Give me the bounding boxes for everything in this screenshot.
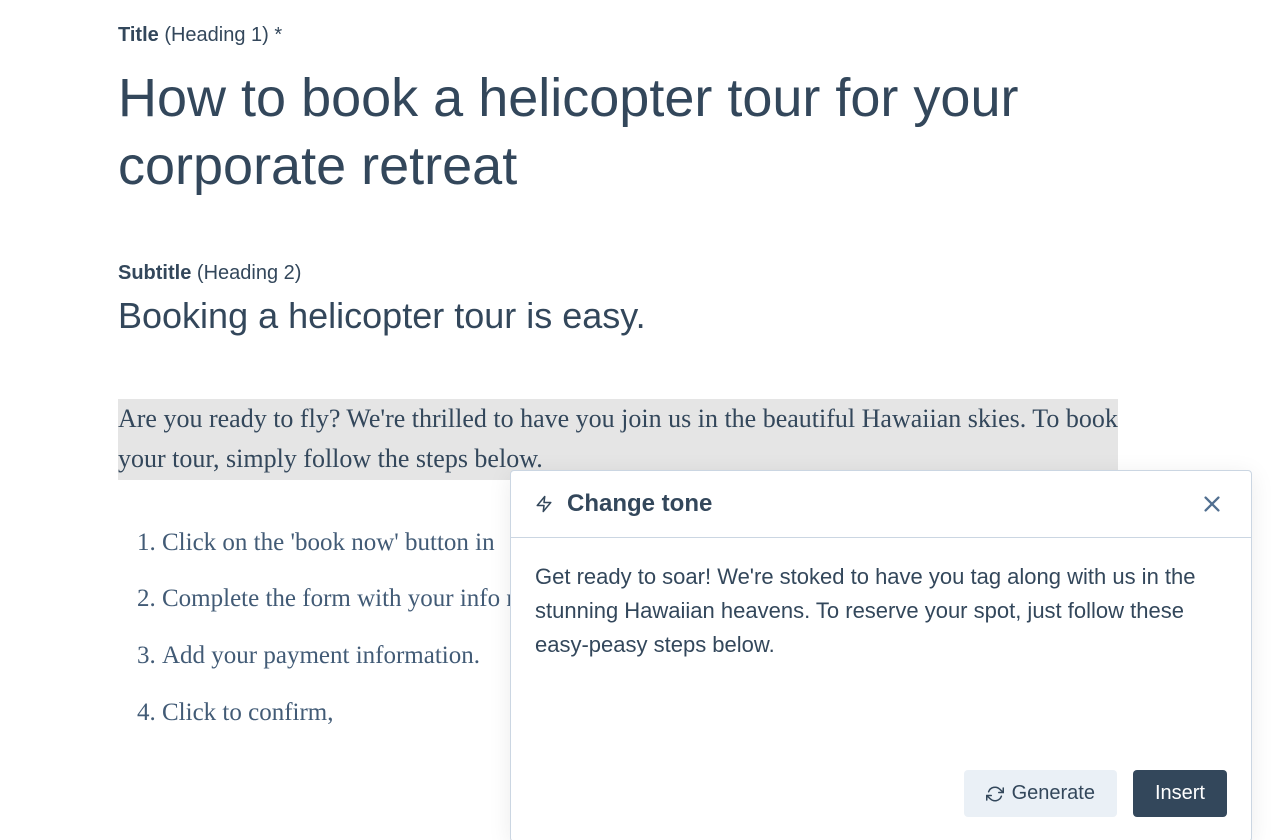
- title-label-text: Title: [118, 24, 159, 46]
- refresh-icon: [986, 785, 1004, 803]
- insert-button[interactable]: Insert: [1133, 770, 1227, 817]
- change-tone-panel: Change tone Get ready to soar! We're sto…: [510, 470, 1252, 840]
- subtitle-label-text: Subtitle: [118, 262, 191, 284]
- title-input[interactable]: How to book a helicopter tour for your c…: [118, 65, 1228, 200]
- subtitle-input[interactable]: Booking a helicopter tour is easy.: [118, 295, 1228, 337]
- title-label-paren: (Heading 1): [164, 24, 269, 46]
- selected-paragraph[interactable]: Are you ready to fly? We're thrilled to …: [118, 399, 1118, 480]
- title-field-label: Title (Heading 1) *: [118, 24, 1228, 47]
- lightning-icon: [535, 492, 553, 516]
- editor-canvas: Title (Heading 1) * How to book a helico…: [0, 0, 1228, 733]
- panel-header: Change tone: [511, 471, 1251, 538]
- required-asterisk: *: [274, 24, 282, 46]
- highlighted-text: Are you ready to fly? We're thrilled to …: [118, 404, 1118, 473]
- suggestion-text: Get ready to soar! We're stoked to have …: [511, 538, 1251, 750]
- close-icon: [1201, 493, 1223, 515]
- panel-title: Change tone: [567, 490, 712, 518]
- generate-button-label: Generate: [1012, 782, 1095, 805]
- close-button[interactable]: [1197, 489, 1227, 519]
- generate-button[interactable]: Generate: [964, 770, 1117, 817]
- panel-footer: Generate Insert: [511, 770, 1251, 840]
- insert-button-label: Insert: [1155, 782, 1205, 805]
- subtitle-label-paren: (Heading 2): [197, 262, 302, 284]
- subtitle-field-label: Subtitle (Heading 2): [118, 262, 1228, 285]
